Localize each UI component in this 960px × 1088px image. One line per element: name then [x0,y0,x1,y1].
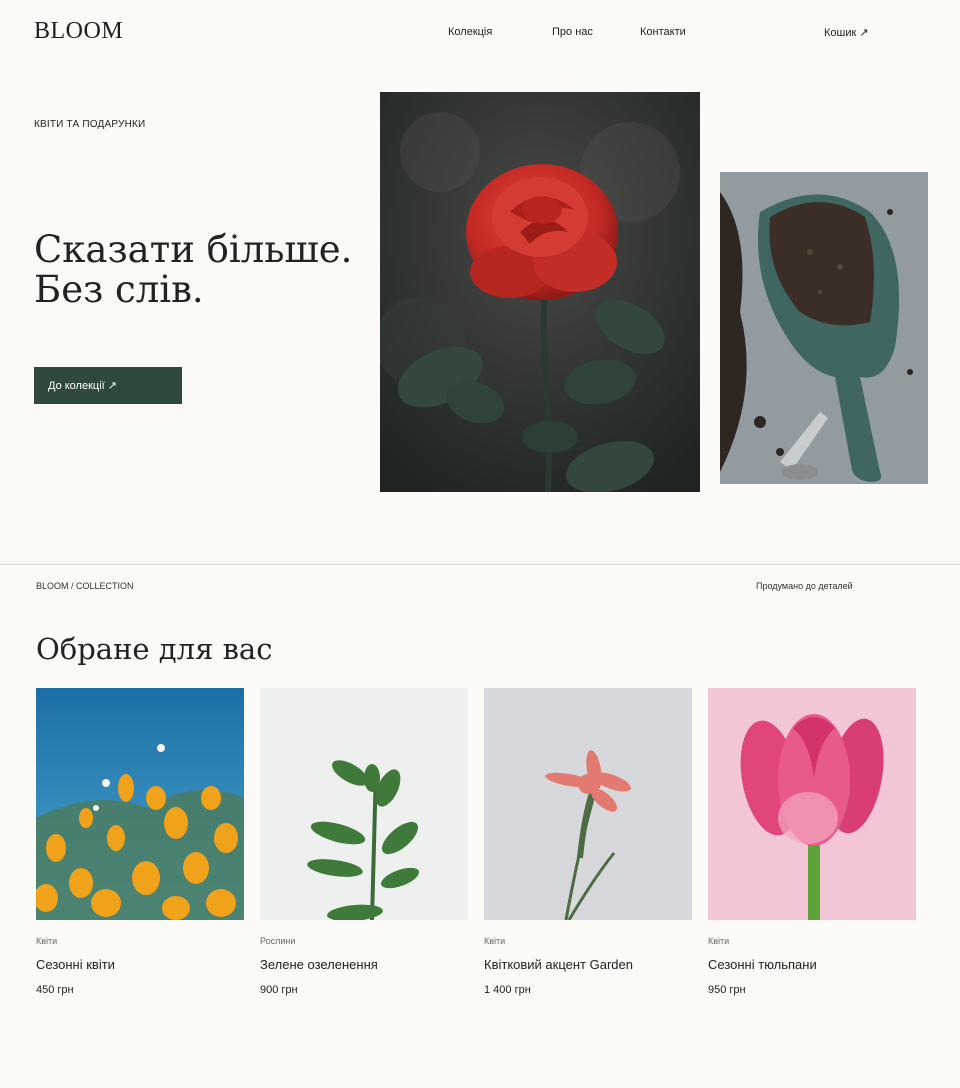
logo[interactable]: BLOOM [34,18,123,45]
hero-title: Сказати більше. Без слів. [34,230,374,310]
product-image[interactable] [484,688,692,920]
product-category: Квіти [708,936,730,946]
product-price: 900 грн [260,984,298,996]
product-name[interactable]: Сезонні тюльпани [708,957,817,972]
section-title: Обране для вас [36,632,273,666]
section-divider [0,564,960,565]
nav-link-contacts[interactable]: Контакти [640,26,686,38]
product-card[interactable]: Квіти Сезонні квіти 450 грн [36,688,244,1008]
product-price: 450 грн [36,984,74,996]
nav-link-cart[interactable]: Кошик ↗ [824,26,869,39]
nav-link-collection[interactable]: Колекція [448,26,492,38]
product-card[interactable]: Квіти Квітковий акцент Garden 1 400 грн [484,688,692,1008]
product-category: Квіти [36,936,58,946]
hero-eyebrow: КВІТИ ТА ПОДАРУНКИ [34,119,146,130]
hero-trowel-image [720,172,928,484]
hero-title-line-1: Сказати більше. [34,228,353,271]
product-image[interactable] [708,688,916,920]
product-name[interactable]: Зелене озеленення [260,957,378,972]
breadcrumb: BLOOM / COLLECTION [36,581,134,591]
product-category: Рослини [260,936,296,946]
product-category: Квіти [484,936,506,946]
to-collection-button[interactable]: До колекції ↗ [34,367,182,404]
hero-title-line-2: Без слів. [34,268,204,311]
nav-link-about[interactable]: Про нас [552,26,593,38]
product-image[interactable] [36,688,244,920]
product-card[interactable]: Квіти Сезонні тюльпани 950 грн [708,688,916,1008]
product-price: 1 400 грн [484,984,531,996]
product-image[interactable] [260,688,468,920]
product-card[interactable]: Рослини Зелене озеленення 900 грн [260,688,468,1008]
product-name[interactable]: Сезонні квіти [36,957,115,972]
hero-rose-image [380,92,700,492]
section-tagline: Продумано до деталей [756,581,853,591]
product-price: 950 грн [708,984,746,996]
product-name[interactable]: Квітковий акцент Garden [484,957,633,972]
